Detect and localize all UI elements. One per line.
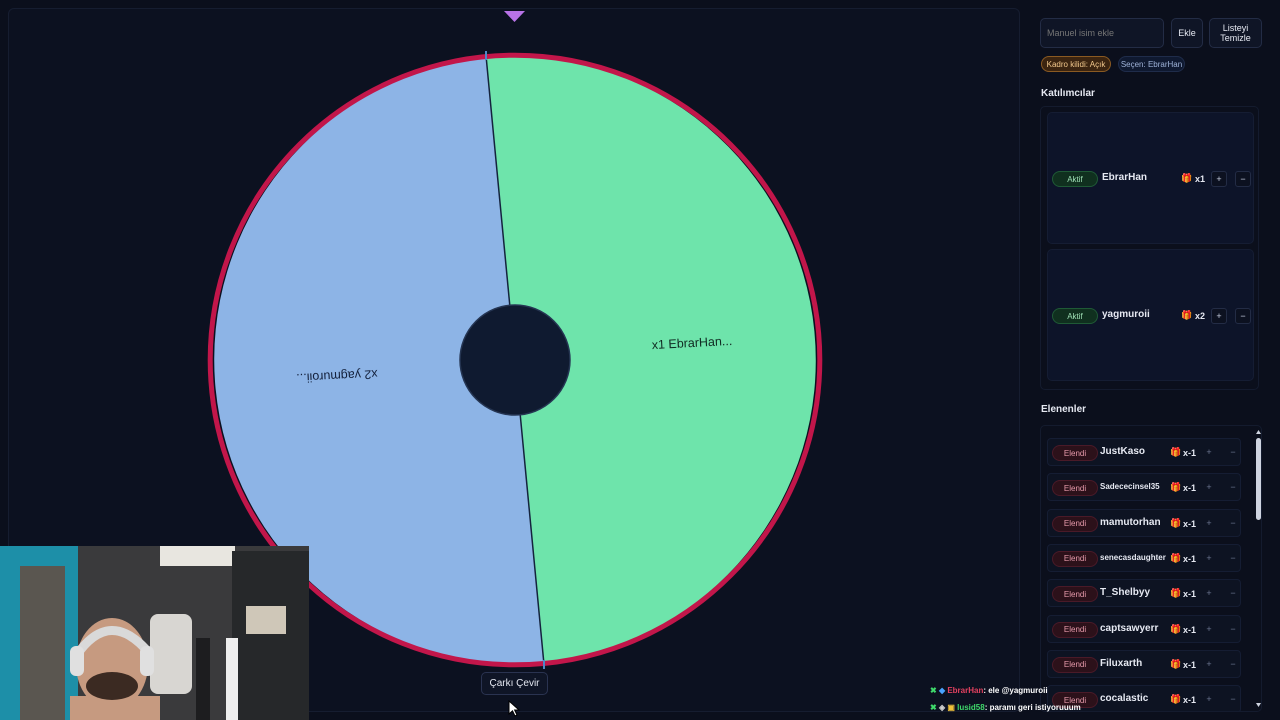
- gift-icon: 🎁: [1170, 658, 1182, 669]
- gift-icon: 🎁: [1170, 623, 1182, 634]
- participant-card: Aktif EbrarHan 🎁 x1 + −: [1047, 112, 1254, 244]
- clear-list-label-2: Temizle: [1220, 33, 1251, 43]
- decrease-button[interactable]: −: [1235, 308, 1251, 324]
- increase-button[interactable]: +: [1211, 308, 1227, 324]
- chat-badge-icon: ◆: [938, 686, 946, 695]
- decrease-button[interactable]: −: [1235, 171, 1251, 187]
- gift-icon: 🎁: [1170, 482, 1182, 493]
- status-badge: Elendi: [1052, 621, 1098, 638]
- increase-button[interactable]: +: [1201, 656, 1217, 672]
- eliminated-row: Elendi T_Shelbyy 🎁 x-1 + −: [1047, 579, 1241, 608]
- eliminated-multiplier: x-1: [1183, 483, 1197, 494]
- spin-wheel-button[interactable]: Çarkı Çevir: [481, 672, 548, 695]
- gift-icon: 🎁: [1181, 310, 1193, 320]
- mouse-cursor-icon: [508, 700, 521, 717]
- eliminated-row: Elendi Filuxarth 🎁 x-1 + −: [1047, 649, 1241, 678]
- increase-button[interactable]: +: [1201, 479, 1217, 495]
- decrease-button[interactable]: −: [1225, 479, 1241, 495]
- status-badge: Aktif: [1052, 171, 1098, 187]
- chat-message: : ele @yagmuroii: [983, 686, 1048, 695]
- eliminated-multiplier: x-1: [1183, 448, 1197, 458]
- gift-icon: 🎁: [1170, 517, 1182, 528]
- gift-icon: 🎁: [1170, 588, 1182, 599]
- eliminated-scrollbar[interactable]: [1255, 428, 1261, 710]
- increase-button[interactable]: +: [1201, 621, 1217, 637]
- eliminated-row: Elendi captsawyerr 🎁 x-1 + −: [1047, 614, 1241, 643]
- participant-card: Aktif yagmuroii 🎁 x2 + −: [1047, 249, 1254, 381]
- decrease-button[interactable]: −: [1225, 656, 1241, 672]
- wheel-hub: [459, 304, 571, 416]
- decrease-button[interactable]: −: [1225, 691, 1241, 707]
- eliminated-multiplier: x-1: [1183, 518, 1197, 529]
- gift-icon: 🎁: [1181, 173, 1193, 183]
- chat-message: : paramı geri istiyoruuum: [984, 703, 1081, 712]
- chat-badge-icon: ✖: [930, 703, 937, 712]
- gift-icon: 🎁: [1170, 552, 1182, 563]
- participants-list: Aktif EbrarHan 🎁 x1 + − Aktif yagmuroii …: [1040, 106, 1259, 390]
- eliminated-multiplier: x-1: [1183, 659, 1197, 670]
- status-badge: Aktif: [1052, 308, 1098, 324]
- eliminated-name: Filuxarth: [1100, 657, 1143, 669]
- sidebar: Ekle Listeyi Temizle Kadro kilidi: Açık …: [1030, 8, 1272, 712]
- participant-multiplier: x2: [1195, 311, 1206, 321]
- manual-name-input[interactable]: [1040, 18, 1164, 48]
- participants-title: Katılımcılar: [1041, 88, 1095, 99]
- increase-button[interactable]: +: [1201, 585, 1217, 601]
- increase-button[interactable]: +: [1201, 515, 1217, 531]
- chat-username: EbrarHan: [947, 686, 984, 695]
- eliminated-multiplier: x-1: [1183, 624, 1197, 635]
- increase-button[interactable]: +: [1201, 550, 1217, 566]
- eliminated-name: senecasdaughter: [1100, 552, 1166, 562]
- wheel-pointer-icon: [504, 11, 525, 22]
- participant-name: yagmuroii: [1102, 309, 1150, 320]
- clear-list-label-1: Listeyi: [1222, 23, 1249, 33]
- eliminated-multiplier: x-1: [1183, 589, 1197, 600]
- increase-button[interactable]: +: [1201, 691, 1217, 707]
- eliminated-name: T_Shelbyy: [1100, 587, 1151, 599]
- eliminated-name: mamutorhan: [1100, 516, 1161, 528]
- eliminated-row: Elendi Sadececinsel35 🎁 x-1 + −: [1047, 473, 1241, 502]
- chat-badge-icon: ▣: [947, 703, 955, 712]
- chat-line: ✖ ◈ ▣ lusid58: paramı geri istiyoruuum: [930, 703, 1081, 712]
- decrease-button[interactable]: −: [1225, 621, 1241, 637]
- status-badge: Elendi: [1052, 656, 1098, 673]
- decrease-button[interactable]: −: [1225, 515, 1241, 531]
- eliminated-list: Elendi JustKaso 🎁 x-1 + − Elendi Sadececinsel35…: [1040, 425, 1262, 712]
- eliminated-name: cocalastic: [1100, 693, 1149, 705]
- eliminated-multiplier: x-1: [1183, 553, 1197, 564]
- eliminated-multiplier: x-1: [1183, 695, 1197, 706]
- eliminated-name: JustKaso: [1100, 446, 1146, 457]
- decrease-button[interactable]: −: [1225, 550, 1241, 566]
- status-badge: Elendi: [1052, 515, 1098, 532]
- eliminated-row: Elendi JustKaso 🎁 x-1 + −: [1047, 438, 1241, 466]
- chat-badge-icon: ✖: [930, 686, 937, 695]
- add-name-button[interactable]: Ekle: [1171, 18, 1203, 48]
- chat-line: ✖ ◆ EbrarHan: ele @yagmuroii: [930, 686, 1048, 695]
- eliminated-row: Elendi mamutorhan 🎁 x-1 + −: [1047, 508, 1241, 537]
- streamer-webcam-image: [0, 546, 309, 720]
- picker-badge: Seçen: EbrarHan: [1118, 56, 1185, 72]
- status-badge: Elendi: [1052, 550, 1098, 567]
- decrease-button[interactable]: −: [1225, 585, 1241, 601]
- chat-username: lusid58: [957, 703, 985, 712]
- status-badge: Elendi: [1052, 480, 1098, 497]
- roster-lock-badge[interactable]: Kadro kilidi: Açık: [1041, 56, 1111, 72]
- participant-name: EbrarHan: [1102, 172, 1148, 183]
- eliminated-title: Elenenler: [1041, 404, 1087, 415]
- gift-icon: 🎁: [1170, 447, 1182, 457]
- eliminated-row: Elendi senecasdaughter 🎁 x-1 + −: [1047, 543, 1241, 572]
- webcam-overlay: [0, 546, 309, 720]
- status-badge: Elendi: [1052, 586, 1098, 603]
- status-badge: Elendi: [1052, 445, 1098, 461]
- decrease-button[interactable]: −: [1225, 444, 1241, 460]
- eliminated-name: Sadececinsel35: [1100, 482, 1160, 492]
- participant-multiplier: x1: [1195, 174, 1206, 184]
- increase-button[interactable]: +: [1201, 444, 1217, 460]
- eliminated-name: captsawyerr: [1100, 622, 1159, 634]
- increase-button[interactable]: +: [1211, 171, 1227, 187]
- chat-badge-icon: ◈: [938, 703, 946, 712]
- clear-list-button[interactable]: Listeyi Temizle: [1209, 18, 1262, 48]
- gift-icon: 🎁: [1170, 694, 1182, 705]
